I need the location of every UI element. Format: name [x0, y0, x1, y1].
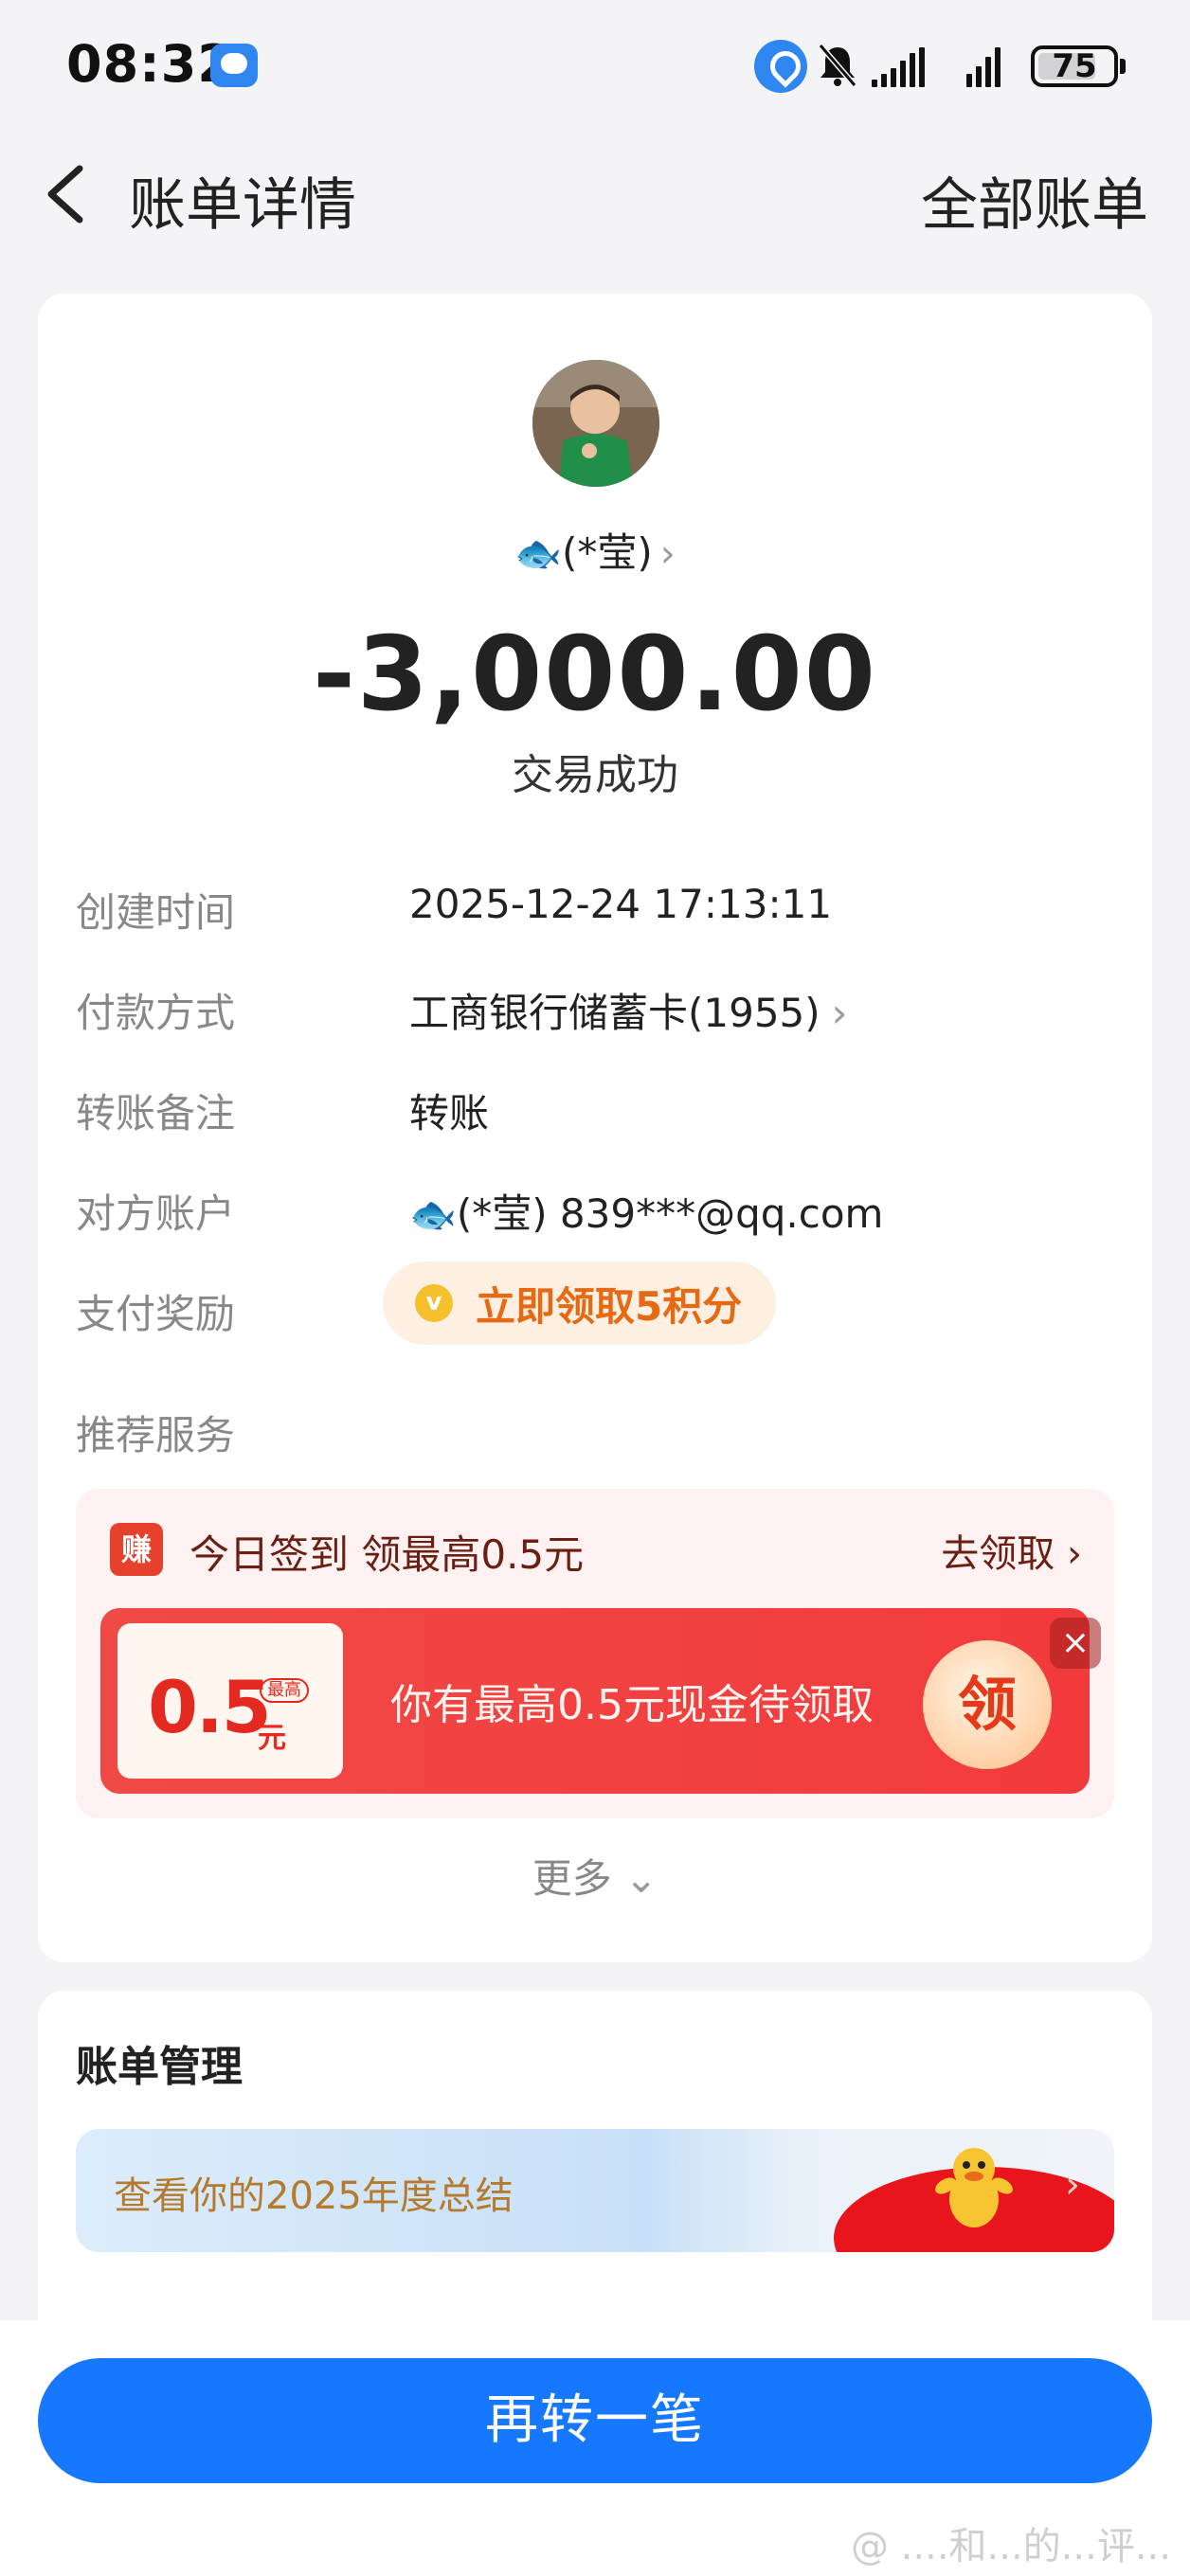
- annual-summary-label: 查看你的2025年度总结: [114, 2174, 514, 2218]
- signal-icon-2: [966, 45, 1001, 87]
- cash-ticket: 0.5 最高 元: [117, 1623, 343, 1779]
- bill-management-card: 账单管理 查看你的2025年度总结 ›: [38, 1991, 1152, 2370]
- detail-value: (*莹) 839***@qq.com: [456, 1190, 884, 1237]
- points-coin-icon: [415, 1284, 453, 1322]
- detail-value: 工商银行储蓄卡(1955): [409, 990, 820, 1036]
- claim-button[interactable]: 领: [923, 1640, 1052, 1769]
- bottom-action-bar: 再转一笔 @ ....和...的...评...: [0, 2320, 1190, 2576]
- page-title: 账单详情: [129, 172, 356, 239]
- chevron-down-icon: ⌄: [624, 1855, 658, 1902]
- cash-claim-banner[interactable]: 0.5 最高 元 你有最高0.5元现金待领取 领 ×: [100, 1608, 1101, 1794]
- signin-promo-card: 赚 今日签到 领最高0.5元 去领取 › 0.5 最高 元 你有最高0.5元现金…: [76, 1489, 1114, 1818]
- claim-points-button[interactable]: 立即领取5积分: [383, 1261, 777, 1345]
- chevron-right-icon: ›: [1065, 2163, 1080, 2207]
- claim-points-label: 立即领取5积分: [476, 1282, 743, 1330]
- back-arrow-icon[interactable]: [40, 163, 97, 225]
- detail-value: 2025-12-24 17:13:11: [409, 881, 833, 927]
- close-icon[interactable]: ×: [1050, 1618, 1101, 1669]
- detail-label: 创建时间: [76, 889, 236, 936]
- transaction-amount: -3,000.00: [313, 616, 877, 734]
- payee-row[interactable]: 🐟(*莹) ›: [38, 521, 1152, 579]
- promo-title: 今日签到 领最高0.5元: [189, 1531, 585, 1578]
- watermark: @ ....和...的...评...: [850, 2525, 1171, 2568]
- fish-avatar-icon: 🐟: [409, 1193, 457, 1237]
- chevron-right-icon: ›: [831, 990, 848, 1036]
- transfer-again-button[interactable]: 再转一笔: [38, 2358, 1152, 2483]
- transaction-status: 交易成功: [512, 751, 678, 799]
- detail-value: 转账: [409, 1090, 490, 1136]
- detail-label: 转账备注: [76, 1090, 236, 1136]
- bill-management-title: 账单管理: [76, 2043, 243, 2091]
- earn-calendar-icon: 赚: [110, 1523, 163, 1576]
- all-bills-link[interactable]: 全部账单: [921, 159, 1148, 242]
- fish-avatar-icon: 🐟: [514, 532, 563, 576]
- recommend-label: 推荐服务: [76, 1412, 236, 1458]
- ticket-unit: 元: [258, 1722, 286, 1755]
- banner-text: 你有最高0.5元现金待领取: [390, 1681, 874, 1729]
- more-button[interactable]: 更多 ⌄: [38, 1847, 1152, 1905]
- annual-summary-banner[interactable]: 查看你的2025年度总结 ›: [76, 2129, 1114, 2252]
- clock: 08:32: [66, 34, 234, 94]
- signal-icon: [872, 45, 925, 87]
- detail-label: 对方账户: [76, 1190, 236, 1237]
- payee-name: (*莹): [562, 529, 653, 576]
- battery-icon: 75: [1031, 45, 1126, 87]
- mascot-duck-icon: [935, 2148, 1013, 2227]
- go-claim-label: 去领取: [941, 1532, 1055, 1576]
- message-notification-icon: [210, 44, 258, 87]
- nav-bar: 账单详情 全部账单: [0, 142, 1190, 246]
- go-claim-link[interactable]: 去领取 ›: [941, 1523, 1082, 1578]
- chevron-right-icon: ›: [1055, 1532, 1082, 1576]
- ticket-value: 0.5: [148, 1665, 272, 1749]
- transaction-card: 🐟(*莹) › -3,000.00 交易成功 创建时间 2025-12-24 17…: [38, 294, 1152, 1962]
- more-label: 更多: [532, 1855, 612, 1902]
- location-icon: [754, 40, 807, 93]
- detail-label: 付款方式: [76, 990, 236, 1036]
- detail-label: 支付奖励: [76, 1291, 236, 1337]
- avatar[interactable]: [532, 360, 659, 487]
- bell-muted-icon: [818, 44, 857, 87]
- status-bar: 08:32 75: [0, 0, 1190, 133]
- ticket-max-tag: 最高: [260, 1678, 309, 1703]
- chevron-right-icon: ›: [659, 532, 676, 576]
